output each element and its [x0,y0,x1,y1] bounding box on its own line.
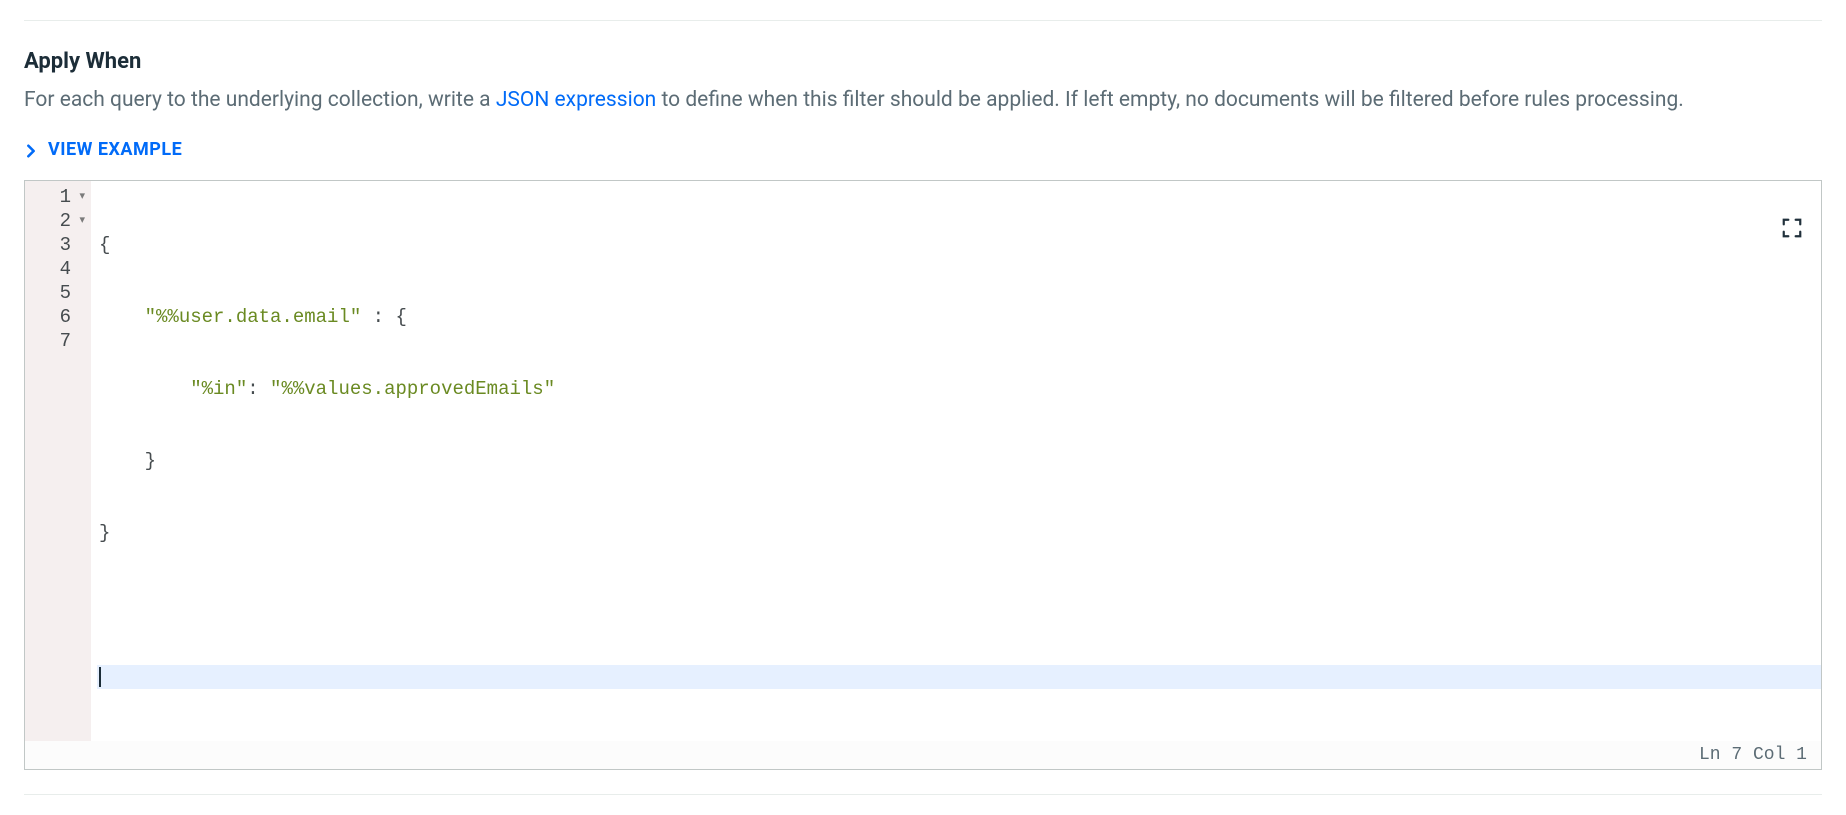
chevron-right-icon [24,142,38,156]
section-description: For each query to the underlying collect… [24,84,1822,117]
desc-text-before: For each query to the underlying collect… [24,88,496,112]
code-area[interactable]: { "%%user.data.email" : { "%in": "%%valu… [91,181,1821,741]
view-example-toggle[interactable]: VIEW EXAMPLE [24,139,182,160]
code-line: { [97,233,1821,257]
apply-when-section: Apply When For each query to the underly… [24,20,1822,795]
line-number: 4 [60,257,71,281]
text-cursor [99,667,101,687]
line-number: 5 [60,281,71,305]
fullscreen-button[interactable] [1781,217,1803,239]
code-line: } [97,449,1821,473]
desc-text-after: to define when this filter should be app… [656,88,1684,112]
code-line-active [97,665,1821,689]
code-line: } [97,521,1821,545]
view-example-label: VIEW EXAMPLE [48,139,182,160]
code-line: "%in": "%%values.approvedEmails" [97,377,1821,401]
code-line [97,593,1821,617]
editor-statusbar: Ln 7 Col 1 [25,741,1821,769]
line-number: 2 [60,209,71,233]
fold-icon[interactable]: ▾ [75,185,85,209]
fold-icon[interactable]: ▾ [75,209,85,233]
line-number: 7 [60,329,71,353]
json-expression-link[interactable]: JSON expression [496,88,656,112]
line-number: 3 [60,233,71,257]
editor-gutter: 1▾ 2▾ 3 4 5 6 7 [25,181,91,741]
section-title: Apply When [24,49,1822,74]
code-editor[interactable]: 1▾ 2▾ 3 4 5 6 7 { "%%user.data.email" : … [24,180,1822,770]
line-number: 6 [60,305,71,329]
code-line: "%%user.data.email" : { [97,305,1821,329]
line-number: 1 [60,185,71,209]
